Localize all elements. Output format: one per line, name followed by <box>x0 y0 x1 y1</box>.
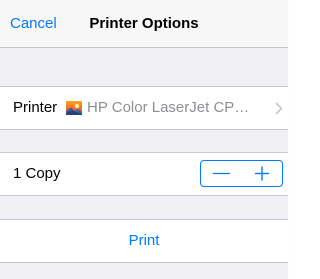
chevron-right-icon <box>273 102 285 115</box>
background-page-edge <box>288 0 291 279</box>
print-row: Print <box>0 219 288 263</box>
copies-stepper[interactable] <box>200 160 283 187</box>
plus-icon <box>255 166 269 181</box>
printer-photo-icon <box>66 101 82 115</box>
copies-label: 1 Copy <box>13 165 61 182</box>
increment-button[interactable] <box>242 161 282 186</box>
print-button[interactable]: Print <box>0 220 288 262</box>
minus-icon <box>213 172 230 175</box>
navigation-bar: Printer Options Cancel <box>0 0 288 48</box>
decrement-button[interactable] <box>201 161 242 186</box>
printer-row[interactable]: Printer HP Color LaserJet CP… <box>0 86 288 130</box>
printer-options-popover: Printer Options Cancel Printer HP Color … <box>0 0 288 279</box>
cancel-button[interactable]: Cancel <box>10 0 57 48</box>
copies-row: 1 Copy <box>0 152 288 196</box>
printer-name: HP Color LaserJet CP… <box>87 99 250 116</box>
printer-label: Printer <box>13 99 58 116</box>
